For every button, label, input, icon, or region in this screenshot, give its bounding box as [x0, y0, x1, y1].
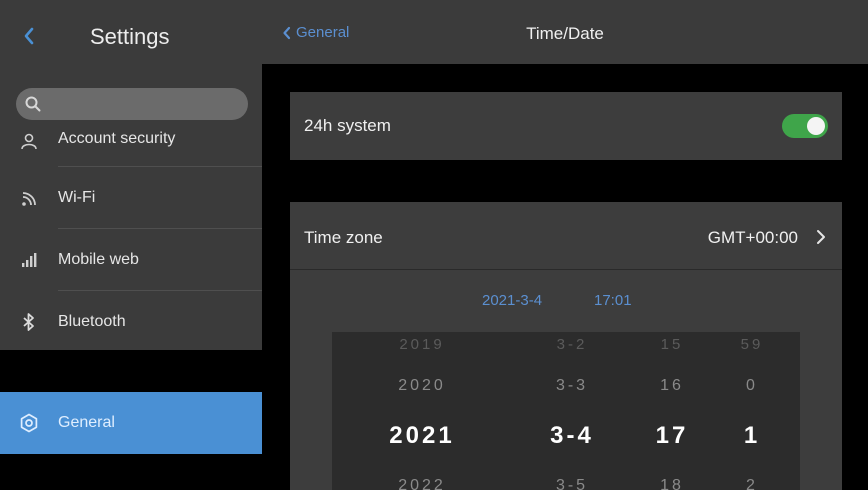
sidebar-item-label: Bluetooth	[58, 313, 126, 330]
divider	[58, 166, 262, 167]
sidebar-panel: Settings Account security Wi-Fi Mobile w…	[0, 0, 262, 350]
picker-year: 2020	[398, 377, 446, 394]
picker-year: 2022	[398, 477, 446, 490]
picker-row[interactable]: 2022 3-5 18 2	[332, 462, 800, 490]
sidebar: Settings Account security Wi-Fi Mobile w…	[0, 0, 262, 490]
picker-row-selected[interactable]: 2021 3-4 17 1	[332, 412, 800, 460]
divider	[58, 290, 262, 291]
back-button[interactable]	[18, 24, 40, 48]
chevron-left-icon	[24, 27, 34, 45]
page-title: Time/Date	[526, 24, 604, 43]
date-time-card: Time zone GMT+00:00 2021-3-4 17:01 2019 …	[290, 202, 842, 490]
picker-hour: 16	[660, 377, 684, 394]
wifi-icon	[18, 187, 40, 209]
selected-datetime: 2021-3-4 17:01	[290, 270, 842, 330]
picker-date: 3-3	[555, 377, 589, 394]
sidebar-item-mobile-web[interactable]: Mobile web	[0, 230, 262, 290]
sidebar-item-label: General	[58, 414, 115, 431]
user-icon	[18, 130, 40, 152]
timezone-value: GMT+00:00	[707, 228, 798, 247]
search-input[interactable]	[16, 88, 248, 120]
timezone-row[interactable]: Time zone GMT+00:00	[290, 202, 842, 270]
signal-icon	[18, 249, 40, 271]
bluetooth-icon	[18, 311, 40, 333]
sidebar-title: Settings	[90, 24, 170, 49]
gear-icon	[18, 412, 40, 434]
sidebar-item-wifi[interactable]: Wi-Fi	[0, 168, 262, 228]
picker-hour: 17	[655, 422, 689, 449]
sidebar-item-label: Mobile web	[58, 251, 139, 268]
toggle-knob	[807, 117, 825, 135]
picker-minute: 1	[743, 422, 761, 449]
sidebar-item-label: Wi-Fi	[58, 189, 96, 206]
picker-date: 3-5	[555, 477, 589, 490]
sidebar-item-general[interactable]: General	[0, 392, 262, 454]
picker-year: 2021	[389, 422, 455, 449]
h24-setting-row: 24h system	[290, 92, 842, 160]
h24-label: 24h system	[304, 116, 391, 135]
search-icon	[25, 96, 41, 112]
date-time-picker[interactable]: 2019 3-2 15 59 2020 3-3 16 0 2021 3-4 17…	[332, 332, 800, 490]
sidebar-item-account-security[interactable]: Account security	[0, 120, 262, 162]
sidebar-item-label: Account security	[58, 130, 176, 147]
main-panel: General Time/Date 24h system Time zone G…	[262, 0, 868, 490]
sidebar-header: Settings	[0, 8, 262, 64]
selected-date[interactable]: 2021-3-4	[482, 292, 542, 309]
divider	[58, 228, 262, 229]
picker-minute: 2	[746, 477, 758, 490]
picker-row[interactable]: 2020 3-3 16 0	[332, 362, 800, 410]
sidebar-item-bluetooth[interactable]: Bluetooth	[0, 292, 262, 352]
picker-date: 3-4	[550, 422, 594, 449]
top-bar: General Time/Date	[262, 0, 868, 64]
h24-toggle[interactable]	[782, 114, 828, 138]
picker-hour: 18	[660, 477, 684, 490]
selected-time[interactable]: 17:01	[594, 292, 632, 309]
timezone-label: Time zone	[304, 228, 383, 247]
picker-minute: 0	[746, 377, 758, 394]
chevron-right-icon	[817, 230, 825, 244]
